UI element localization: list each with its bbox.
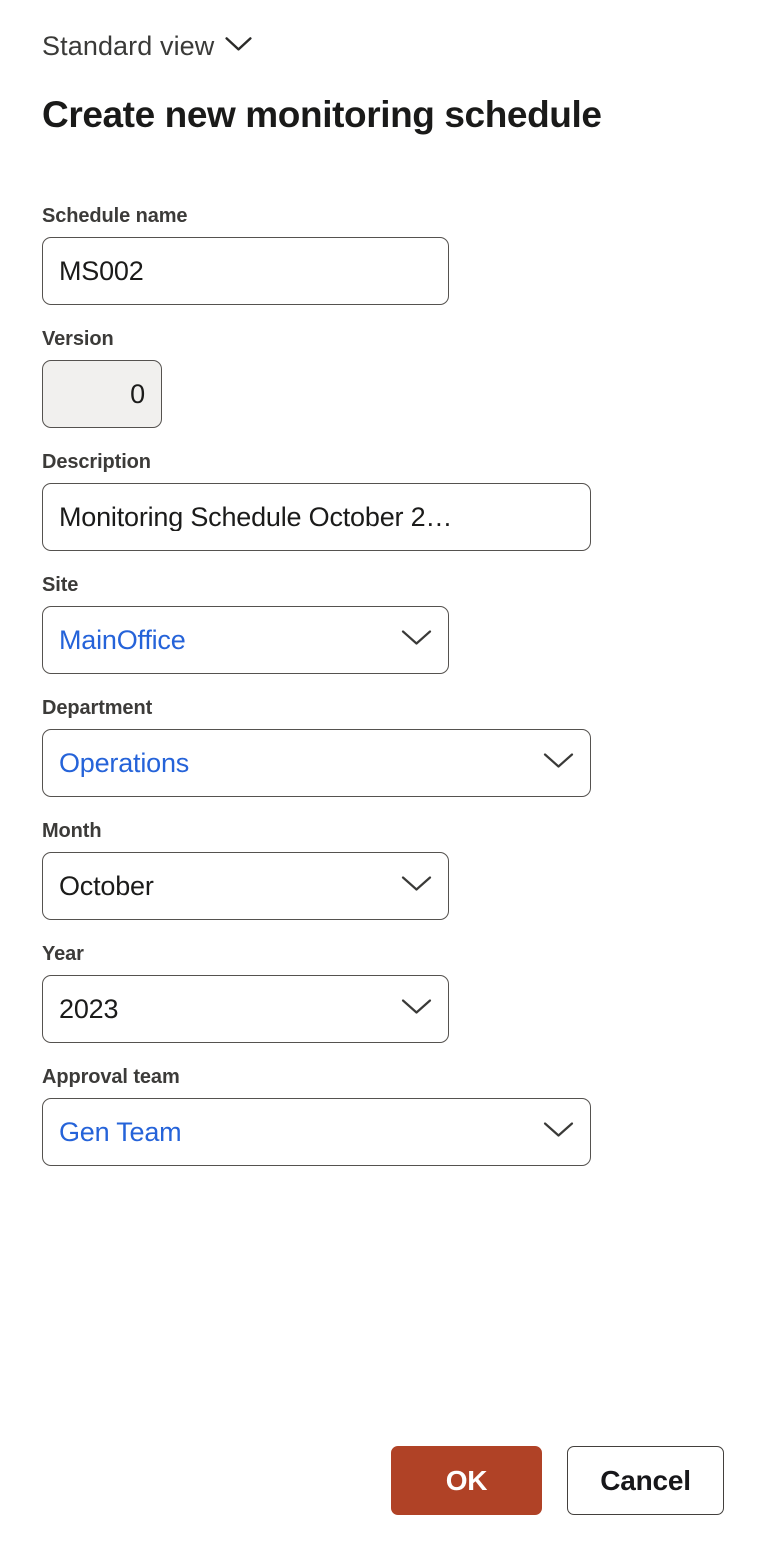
department-value: Operations — [59, 749, 190, 777]
label-month: Month — [42, 820, 102, 842]
label-version: Version — [42, 328, 114, 350]
description-input[interactable]: Monitoring Schedule October 2… — [42, 483, 591, 551]
version-input: 0 — [42, 360, 162, 428]
approval-team-value: Gen Team — [59, 1118, 182, 1146]
label-department: Department — [42, 697, 153, 719]
site-dropdown[interactable]: MainOffice — [42, 606, 449, 674]
field-department: Department Operations — [42, 696, 722, 797]
create-monitoring-schedule-dialog: Standard view Create new monitoring sche… — [0, 0, 760, 1545]
ok-button[interactable]: OK — [391, 1446, 542, 1515]
year-dropdown[interactable]: 2023 — [42, 975, 449, 1043]
description-value: Monitoring Schedule October 2… — [59, 503, 453, 531]
field-schedule-name: Schedule name MS002 — [42, 204, 722, 305]
page-title: Create new monitoring schedule — [42, 94, 602, 135]
schedule-form: Schedule name MS002 Version 0 Descriptio… — [42, 204, 722, 1188]
chevron-down-icon[interactable] — [543, 752, 574, 775]
field-year: Year 2023 — [42, 942, 722, 1043]
label-site: Site — [42, 574, 79, 596]
department-dropdown[interactable]: Operations — [42, 729, 591, 797]
cancel-button[interactable]: Cancel — [567, 1446, 724, 1515]
version-value: 0 — [130, 380, 145, 408]
schedule-name-input[interactable]: MS002 — [42, 237, 449, 305]
month-value: October — [59, 872, 154, 900]
dialog-actions: OK Cancel — [42, 1446, 724, 1515]
field-version: Version 0 — [42, 327, 722, 428]
month-dropdown[interactable]: October — [42, 852, 449, 920]
view-switcher-label: Standard view — [42, 31, 215, 61]
label-approval-team: Approval team — [42, 1066, 180, 1088]
label-year: Year — [42, 943, 84, 965]
approval-team-dropdown[interactable]: Gen Team — [42, 1098, 591, 1166]
year-value: 2023 — [59, 995, 119, 1023]
chevron-down-icon[interactable] — [401, 875, 432, 898]
site-value: MainOffice — [59, 626, 186, 654]
field-month: Month October — [42, 819, 722, 920]
field-description: Description Monitoring Schedule October … — [42, 450, 722, 551]
field-site: Site MainOffice — [42, 573, 722, 674]
chevron-down-icon[interactable] — [543, 1121, 574, 1144]
field-approval-team: Approval team Gen Team — [42, 1065, 722, 1166]
chevron-down-icon[interactable] — [401, 998, 432, 1021]
label-description: Description — [42, 451, 151, 473]
chevron-down-icon — [225, 36, 253, 57]
chevron-down-icon[interactable] — [401, 629, 432, 652]
label-schedule-name: Schedule name — [42, 205, 188, 227]
schedule-name-value: MS002 — [59, 257, 144, 285]
view-switcher[interactable]: Standard view — [42, 31, 253, 61]
